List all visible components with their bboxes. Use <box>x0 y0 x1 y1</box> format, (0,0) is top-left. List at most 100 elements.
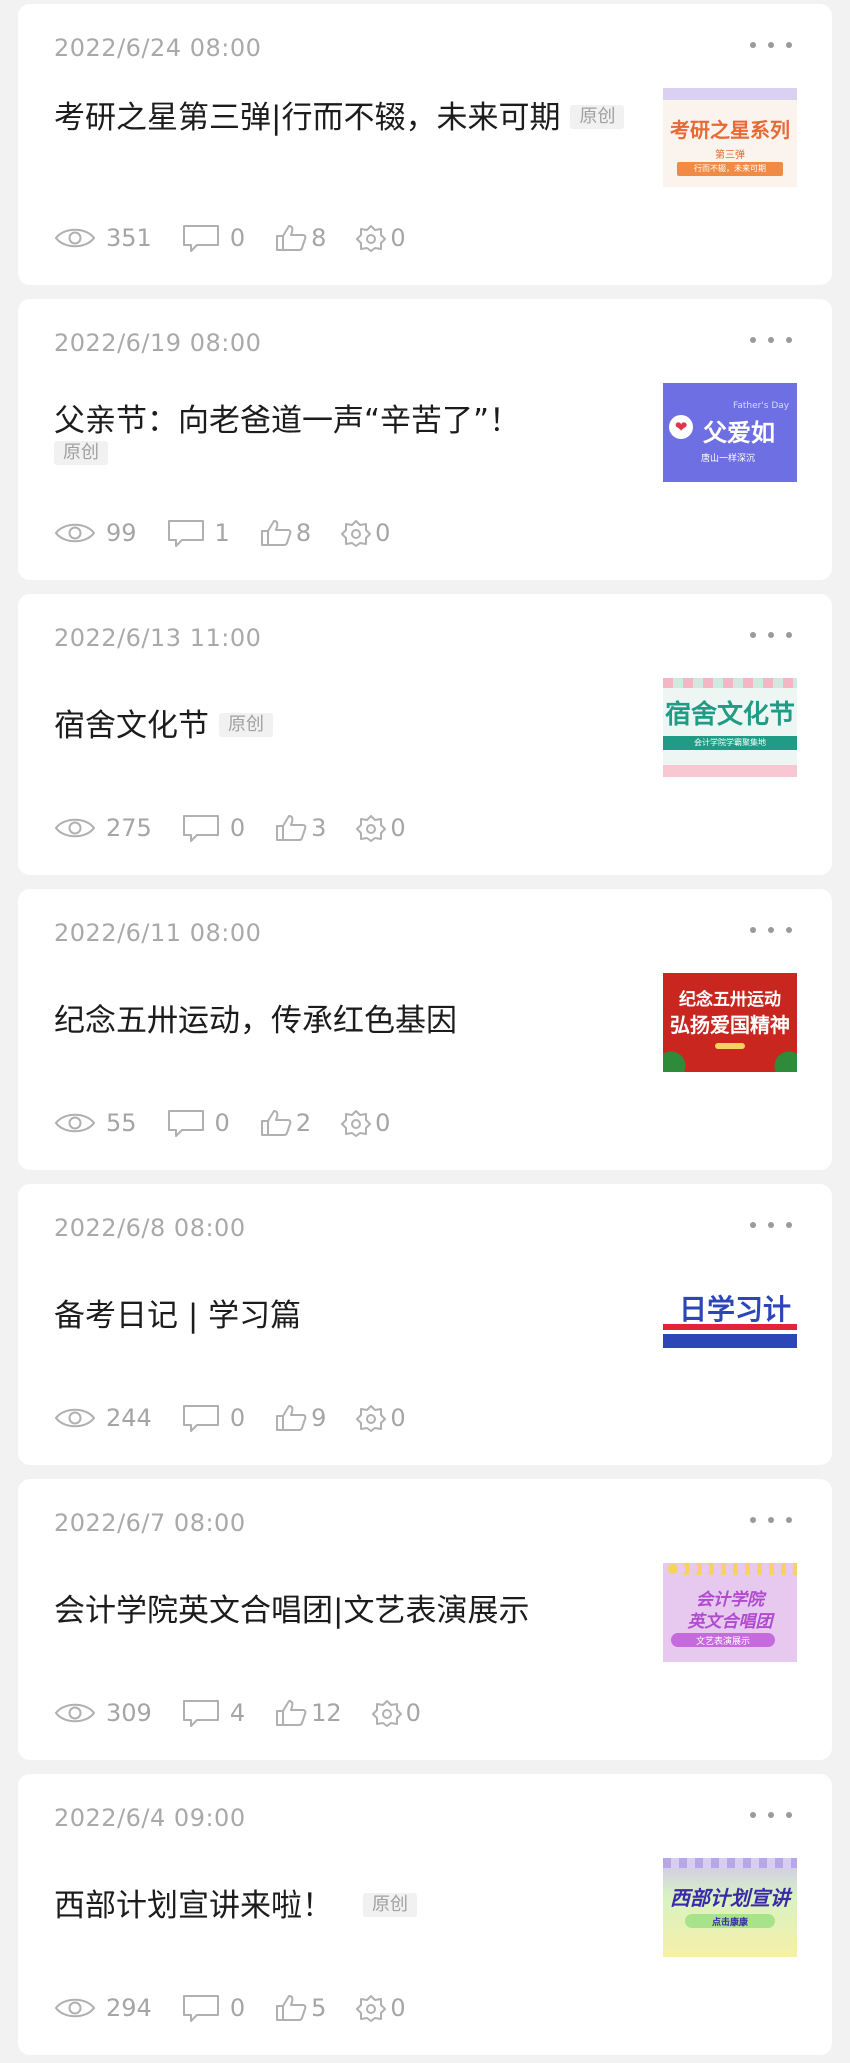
article-card[interactable]: 2022/6/13 11:00 宿舍文化节 原创 宿舍文化节 会计学院学霸聚集地 … <box>18 594 832 875</box>
comments-stat[interactable]: 0 <box>167 1109 230 1137</box>
likes-stat[interactable]: 3 <box>275 814 326 842</box>
comments-count: 0 <box>229 814 246 842</box>
thumb-text: 宿舍文化节 <box>664 700 795 730</box>
article-card[interactable]: 2022/6/7 08:00 会计学院英文合唱团|文艺表演展示 会计学院 英文合… <box>18 1479 832 1760</box>
likes-stat[interactable]: 9 <box>275 1404 326 1432</box>
article-title-text: 备考日记 | 学习篇 <box>54 1298 302 1334</box>
share-flower-icon <box>371 1700 402 1727</box>
shares-stat[interactable]: 0 <box>356 1404 406 1432</box>
comments-count: 0 <box>229 1994 246 2022</box>
article-title[interactable]: 备考日记 | 学习篇 <box>54 1298 634 1334</box>
eye-icon <box>54 1703 96 1723</box>
article-title[interactable]: 会计学院英文合唱团|文艺表演展示 <box>54 1593 634 1629</box>
article-thumbnail[interactable]: Father's Day ❤ 父爱如 唐山一样深沉 <box>663 383 797 482</box>
likes-count: 8 <box>295 519 312 547</box>
article-title[interactable]: 西部计划宣讲来啦！ 原创 <box>54 1888 634 1924</box>
views-stat: 294 <box>54 1994 152 2022</box>
article-title[interactable]: 纪念五卅运动，传承红色基因 <box>54 1003 634 1039</box>
shares-stat[interactable]: 0 <box>356 224 406 252</box>
more-options-icon[interactable] <box>750 1515 792 1525</box>
publish-date: 2022/6/11 08:00 <box>54 919 262 947</box>
likes-stat[interactable]: 2 <box>260 1109 311 1137</box>
thumbs-up-icon <box>260 520 292 546</box>
views-stat: 55 <box>54 1109 137 1137</box>
eye-icon <box>54 818 96 838</box>
comments-count: 4 <box>229 1699 246 1727</box>
article-stats: 275 0 3 0 <box>54 812 436 844</box>
more-options-icon[interactable] <box>750 40 792 50</box>
shares-stat[interactable]: 0 <box>341 519 390 547</box>
shares-stat[interactable]: 0 <box>356 1994 406 2022</box>
article-card[interactable]: 2022/6/4 09:00 西部计划宣讲来啦！ 原创 西部计划宣讲 点击康康 2… <box>18 1774 832 2055</box>
article-thumbnail[interactable]: 考研之星系列 第三弹 行而不辍，未来可期 <box>663 88 797 187</box>
thumbs-up-icon <box>260 1110 292 1136</box>
share-flower-icon <box>341 1110 372 1137</box>
article-card[interactable]: 2022/6/11 08:00 纪念五卅运动，传承红色基因 纪念五卅运动 弘扬爱… <box>18 889 832 1170</box>
article-card[interactable]: 2022/6/24 08:00 考研之星第三弹|行而不辍，未来可期 原创 考研之星… <box>18 4 832 285</box>
more-options-icon[interactable] <box>750 1220 792 1230</box>
thumb-text: 弘扬爱国精神 <box>670 1013 790 1037</box>
views-stat: 275 <box>54 814 152 842</box>
comments-stat[interactable]: 0 <box>182 224 245 252</box>
share-flower-icon <box>356 225 387 252</box>
article-stats: 55 0 2 0 <box>54 1107 420 1139</box>
publish-date: 2022/6/19 08:00 <box>54 329 262 357</box>
likes-count: 5 <box>311 1994 327 2022</box>
shares-stat[interactable]: 0 <box>341 1109 390 1137</box>
article-thumbnail[interactable]: 纪念五卅运动 弘扬爱国精神 <box>663 973 797 1072</box>
shares-stat[interactable]: 0 <box>356 814 406 842</box>
publish-date: 2022/6/13 11:00 <box>54 624 262 652</box>
thumb-subtext: 唐山一样深沉 <box>701 454 756 464</box>
more-options-icon[interactable] <box>750 335 792 345</box>
views-stat: 99 <box>54 519 137 547</box>
thumbs-up-icon <box>276 225 307 251</box>
article-title-text: 宿舍文化节 <box>54 708 209 744</box>
article-title-text: 西部计划宣讲来啦！ <box>54 1888 333 1924</box>
share-flower-icon <box>356 1405 387 1432</box>
article-title-text: 会计学院英文合唱团|文艺表演展示 <box>54 1593 530 1629</box>
more-options-icon[interactable] <box>750 630 792 640</box>
comments-stat[interactable]: 1 <box>167 519 230 547</box>
share-flower-icon <box>356 1995 387 2022</box>
likes-stat[interactable]: 5 <box>275 1994 326 2022</box>
article-stats: 294 0 5 0 <box>54 1992 436 2024</box>
likes-stat[interactable]: 12 <box>275 1699 342 1727</box>
comments-stat[interactable]: 4 <box>182 1699 245 1727</box>
more-options-icon[interactable] <box>750 1810 792 1820</box>
article-title[interactable]: 宿舍文化节 原创 <box>54 708 634 744</box>
likes-count: 2 <box>295 1109 312 1137</box>
comments-stat[interactable]: 0 <box>182 814 245 842</box>
views-count: 55 <box>106 1109 137 1137</box>
comments-count: 0 <box>229 1404 246 1432</box>
original-badge: 原创 <box>363 1892 417 1917</box>
eye-icon <box>54 1408 96 1428</box>
shares-stat[interactable]: 0 <box>371 1699 421 1727</box>
article-thumbnail[interactable]: 日学习计 <box>663 1268 797 1367</box>
shares-count: 0 <box>390 814 406 842</box>
more-options-icon[interactable] <box>750 925 792 935</box>
article-thumbnail[interactable]: 西部计划宣讲 点击康康 <box>663 1858 797 1957</box>
views-count: 294 <box>106 1994 152 2022</box>
likes-count: 8 <box>311 224 327 252</box>
eye-icon <box>54 523 96 543</box>
eye-icon <box>54 1998 96 2018</box>
thumb-subtext: 会计学院学霸聚集地 <box>694 738 766 747</box>
thumbs-up-icon <box>276 1995 307 2021</box>
article-stats: 309 4 12 0 <box>54 1697 451 1729</box>
article-thumbnail[interactable]: 宿舍文化节 会计学院学霸聚集地 <box>663 678 797 777</box>
views-stat: 244 <box>54 1404 152 1432</box>
article-card[interactable]: 2022/6/19 08:00 父亲节：向老爸道一声“辛苦了”！ 原创 Fathe… <box>18 299 832 580</box>
eye-icon <box>54 1113 96 1133</box>
likes-stat[interactable]: 8 <box>275 224 326 252</box>
comments-stat[interactable]: 0 <box>182 1994 245 2022</box>
publish-date: 2022/6/24 08:00 <box>54 34 262 62</box>
likes-stat[interactable]: 8 <box>260 519 311 547</box>
article-title[interactable]: 考研之星第三弹|行而不辍，未来可期 原创 <box>54 100 634 136</box>
article-title[interactable]: 父亲节：向老爸道一声“辛苦了”！ 原创 <box>54 403 634 475</box>
comments-count: 0 <box>229 224 246 252</box>
comments-stat[interactable]: 0 <box>182 1404 245 1432</box>
thumb-text: 英文合唱团 <box>687 1612 773 1632</box>
article-card[interactable]: 2022/6/8 08:00 备考日记 | 学习篇 日学习计 244 0 9 0 <box>18 1184 832 1465</box>
likes-count: 3 <box>311 814 327 842</box>
article-thumbnail[interactable]: 会计学院 英文合唱团 文艺表演展示 <box>663 1563 797 1662</box>
